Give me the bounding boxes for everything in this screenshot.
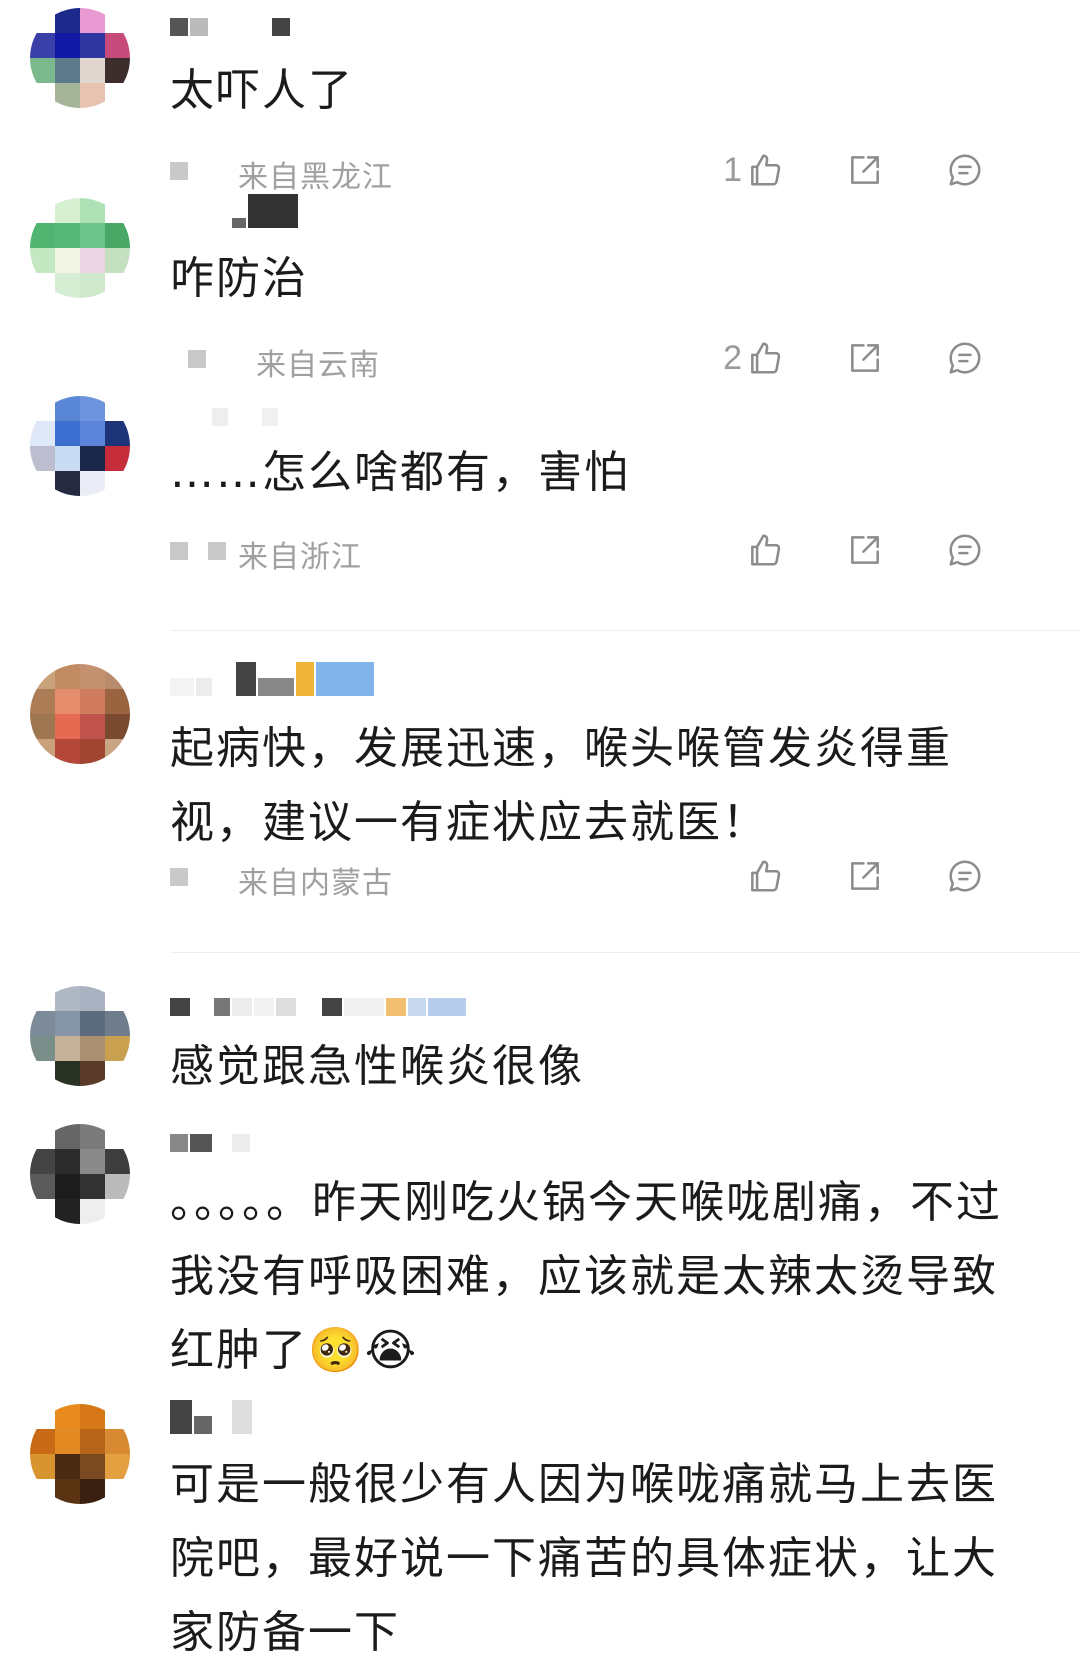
divider [170,630,1080,631]
comment-text: 太吓人了 [170,65,354,116]
like-button[interactable]: 1 [702,151,784,190]
comment-actions: 2 [702,338,984,378]
like-button[interactable] [702,857,784,895]
like-button[interactable]: 2 [702,339,784,378]
thumbs-up-icon[interactable] [746,339,784,377]
comment-meta: 来自浙江 [170,530,1030,575]
thumbs-up-icon[interactable] [746,531,784,569]
username[interactable] [170,194,300,228]
avatar[interactable] [30,396,130,496]
username-fragment [188,350,206,368]
share-icon[interactable] [846,151,884,189]
avatar[interactable] [30,1124,130,1224]
comment-meta: 来自内蒙古 [170,856,1030,901]
like-count: 1 [723,150,742,189]
comment-actions: 1 [702,150,984,190]
username-fragment [170,162,188,180]
comment-text: 。。。。。昨天刚吃火锅今天喉咙剧痛，不过我没有呼吸困难，应该就是太辣太烫导致红肿… [170,1177,1002,1376]
avatar[interactable] [30,986,130,1086]
divider [170,952,1080,953]
share-icon[interactable] [846,339,884,377]
reply-icon[interactable] [946,531,984,569]
username[interactable] [170,6,292,36]
location-label: 来自云南 [256,348,380,383]
location-label: 来自黑龙江 [238,160,393,195]
comment-actions [702,856,984,896]
username[interactable] [170,1122,252,1152]
username-fragment [170,542,188,560]
like-count: 2 [723,338,742,377]
comment-meta: 来自黑龙江 1 [170,150,1030,195]
location-label: 来自内蒙古 [238,866,393,901]
share-icon[interactable] [846,531,884,569]
comment-text: 感觉跟急性喉炎很像 [170,1041,584,1092]
avatar[interactable] [30,1404,130,1504]
avatar[interactable] [30,664,130,764]
comment-text: 可是一般很少有人因为喉咙痛就马上去医院吧，最好说一下痛苦的具体症状，让大家防备一… [170,1459,998,1658]
username[interactable] [170,396,280,426]
comment-text: 咋防治 [170,253,308,304]
username[interactable] [170,662,376,696]
comment-actions [702,530,984,570]
comment-meta: 来自云南 2 [170,338,1030,383]
reply-icon[interactable] [946,339,984,377]
username[interactable] [170,1400,254,1434]
avatar[interactable] [30,8,130,108]
username[interactable] [170,986,468,1016]
username-fragment [208,542,226,560]
like-button[interactable] [702,531,784,569]
reply-icon[interactable] [946,857,984,895]
thumbs-up-icon[interactable] [746,857,784,895]
comment-text: 起病快，发展迅速，喉头喉管发炎得重视，建议一有症状应去就医！ [170,723,952,848]
thumbs-up-icon[interactable] [746,151,784,189]
avatar[interactable] [30,198,130,298]
reply-icon[interactable] [946,151,984,189]
username-fragment [170,868,188,886]
location-label: 来自浙江 [238,540,362,575]
comment-text: ……怎么啥都有，害怕 [170,447,630,498]
share-icon[interactable] [846,857,884,895]
